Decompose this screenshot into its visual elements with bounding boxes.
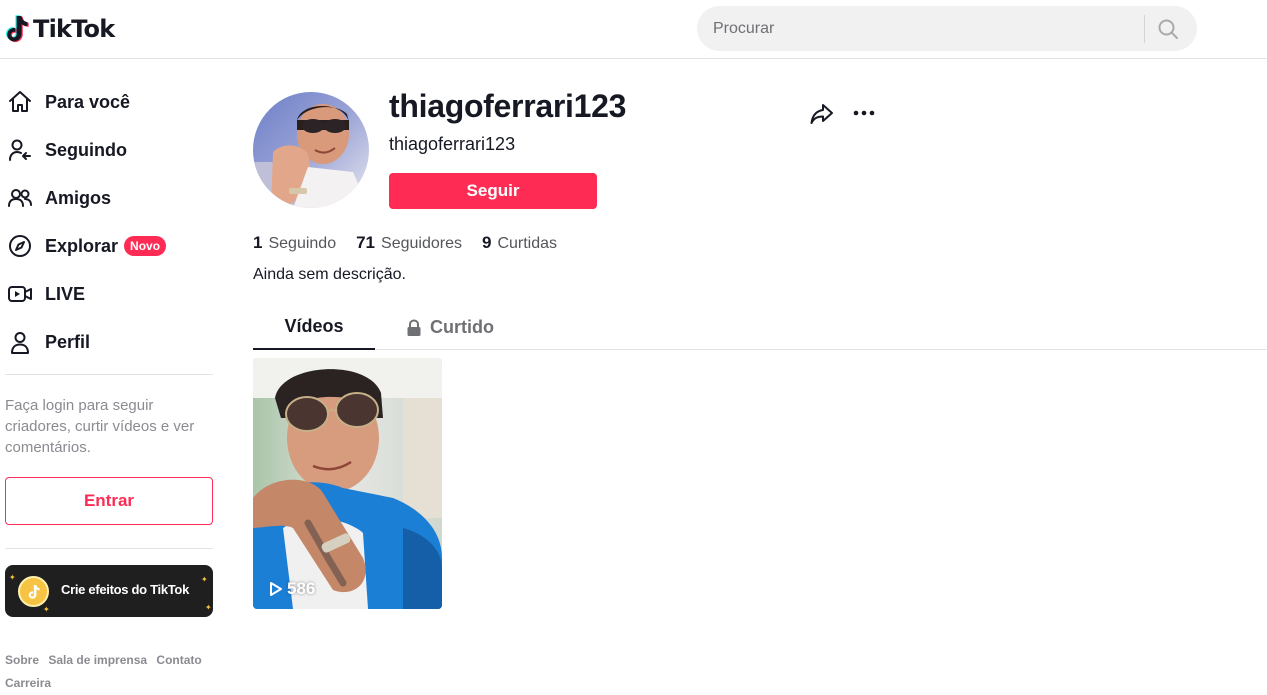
more-icon [853,110,875,116]
tab-videos[interactable]: Vídeos [253,305,375,350]
tiktok-logo-icon [6,15,29,43]
lock-icon [407,318,421,336]
login-prompt: Faça login para seguir criadores, curtir… [5,397,195,456]
tiktok-coin-icon [18,576,49,607]
login-button[interactable]: Entrar [5,477,213,525]
profile-name: thiagoferrari123 [389,88,627,124]
following-icon [6,136,34,164]
search-button[interactable] [1155,16,1181,42]
search-bar [697,6,1197,51]
following-count: 1 [253,233,263,252]
footer-link-careers[interactable]: Carreira [5,676,51,690]
likes-label: Curtidas [497,235,558,252]
top-header: TikTok [0,0,1267,59]
sidebar: Para você Seguindo Amigos Explorar Novo … [0,59,230,695]
sidebar-item-for-you[interactable]: Para você [6,86,130,118]
sparkle-icon: ✦ [205,603,212,612]
followers-stat[interactable]: 71 Seguidores [356,233,462,253]
follow-button[interactable]: Seguir [389,173,597,209]
profile-bio: Ainda sem descrição. [253,266,406,283]
logo-text: TikTok [33,15,115,43]
friends-icon [6,184,34,212]
sidebar-divider [5,548,213,549]
live-icon [6,280,34,308]
sidebar-item-explore[interactable]: Explorar Novo [6,230,167,262]
sidebar-item-label: Explorar [45,235,119,256]
compass-icon [6,232,34,260]
tab-liked-label: Curtido [430,317,494,337]
sidebar-item-label: LIVE [45,283,86,304]
profile-stats: 1 Seguindo 71 Seguidores 9 Curtidas [253,233,577,253]
profile-handle: thiagoferrari123 [389,134,516,154]
profile-avatar [253,92,369,208]
search-icon [1158,19,1178,39]
sidebar-divider [5,374,213,375]
sidebar-item-label: Para você [45,91,131,112]
tiktok-logo[interactable]: TikTok [4,13,115,45]
tab-videos-label: Vídeos [284,316,344,336]
sparkle-icon: ✦ [9,573,16,582]
sidebar-item-label: Amigos [45,187,112,208]
sidebar-item-label: Seguindo [45,139,127,160]
followers-label: Seguidores [381,235,462,252]
followers-count: 71 [356,233,376,252]
sparkle-icon: ✦ [201,575,208,584]
more-options-button[interactable] [851,101,879,127]
tab-liked[interactable]: Curtido [375,305,525,350]
following-stat[interactable]: 1 Seguindo [253,233,336,253]
likes-stat: 9 Curtidas [482,233,557,253]
footer-link-newsroom[interactable]: Sala de imprensa [48,653,147,667]
footer-links: Sobre Sala de imprensa Contato Carreira [5,649,220,695]
following-label: Seguindo [268,235,337,252]
sidebar-item-live[interactable]: LIVE [6,278,85,310]
profile-tabs: Vídeos Curtido [253,305,1267,350]
sidebar-item-friends[interactable]: Amigos [6,182,111,214]
footer-link-contact[interactable]: Contato [156,653,201,667]
create-effects-label: Crie efeitos do TikTok [61,582,190,597]
new-badge: Novo [124,236,167,256]
sidebar-item-profile[interactable]: Perfil [6,326,90,358]
likes-count: 9 [481,233,492,252]
view-count: 586 [269,579,315,599]
share-icon [810,104,833,124]
home-icon [6,88,34,116]
footer-link-about[interactable]: Sobre [5,653,39,667]
video-thumbnail[interactable]: 586 [253,358,442,609]
sparkle-icon: ✦ [43,605,50,614]
create-effects-banner[interactable]: ✦ ✦ ✦ ✦ Crie efeitos do TikTok [5,565,213,617]
view-count-value: 586 [287,579,316,598]
search-input[interactable] [713,19,1143,38]
sidebar-item-label: Perfil [45,331,91,352]
play-icon [270,582,282,596]
search-divider [1144,15,1145,43]
sidebar-item-following[interactable]: Seguindo [6,134,127,166]
video-thumbnail-image [253,358,442,609]
share-button[interactable] [808,101,836,127]
profile-icon [6,328,34,356]
